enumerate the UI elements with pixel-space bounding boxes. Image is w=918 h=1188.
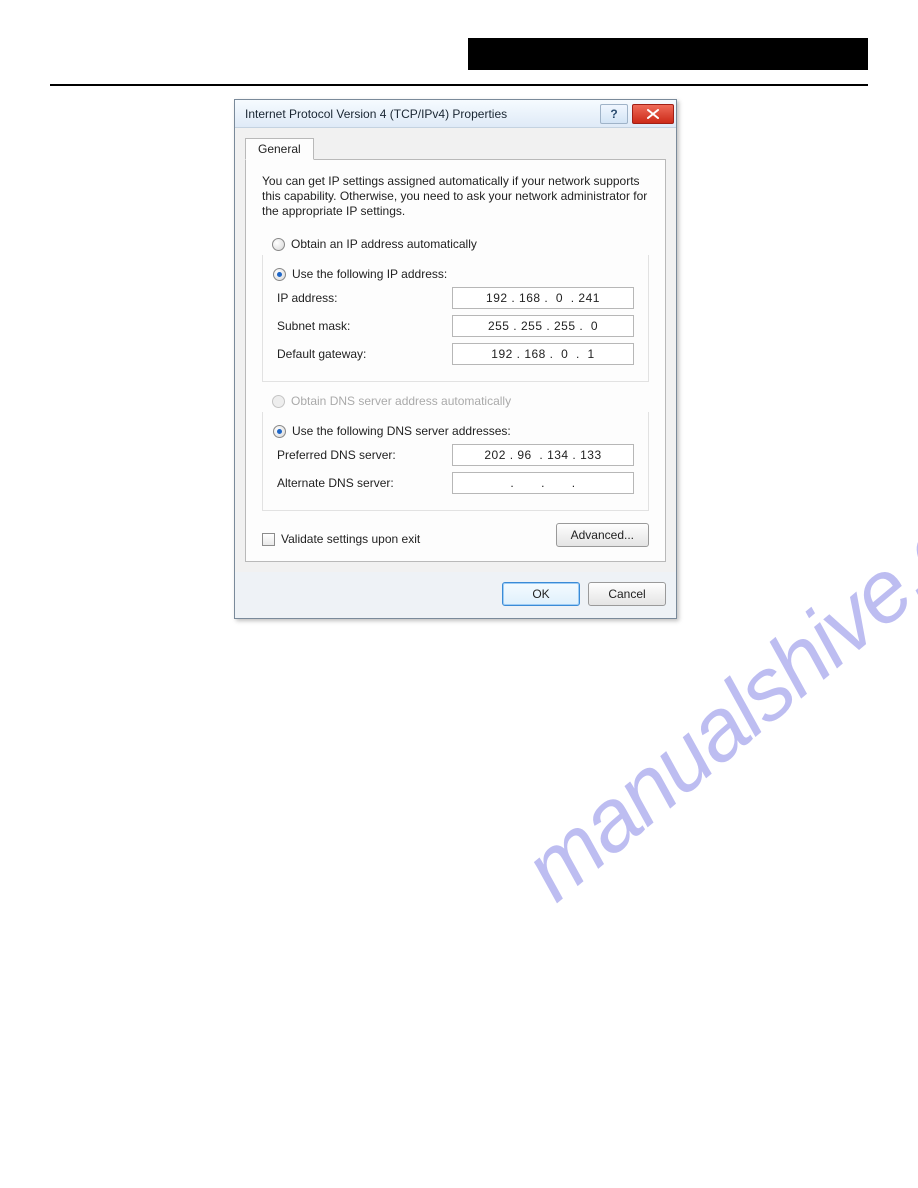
titlebar: Internet Protocol Version 4 (TCP/IPv4) P… [235,100,676,128]
preferred-dns-input[interactable]: 202 . 96 . 134 . 133 [452,444,634,466]
subnet-mask-label: Subnet mask: [277,319,452,333]
default-gateway-input[interactable]: 192 . 168 . 0 . 1 [452,343,634,365]
general-panel: You can get IP settings assigned automat… [245,159,666,562]
header-black-bar [468,38,868,70]
default-gateway-label: Default gateway: [277,347,452,361]
dialog-footer: OK Cancel [235,572,676,618]
tab-general[interactable]: General [245,138,314,160]
radio-ip-manual[interactable]: Use the following IP address: [273,267,634,281]
radio-dns-manual[interactable]: Use the following DNS server addresses: [273,424,634,438]
dialog-title: Internet Protocol Version 4 (TCP/IPv4) P… [245,107,598,121]
intro-text: You can get IP settings assigned automat… [262,174,649,219]
radio-dns-auto: Obtain DNS server address automatically [272,394,649,408]
radio-icon [272,395,285,408]
alternate-dns-label: Alternate DNS server: [277,476,452,490]
radio-icon [273,425,286,438]
radio-icon [272,238,285,251]
radio-ip-auto[interactable]: Obtain an IP address automatically [272,237,649,251]
alternate-dns-input[interactable]: . . . [452,472,634,494]
preferred-dns-label: Preferred DNS server: [277,448,452,462]
close-button[interactable] [632,104,674,124]
checkbox-icon [262,533,275,546]
ok-button[interactable]: OK [502,582,580,606]
radio-dns-manual-label: Use the following DNS server addresses: [292,424,511,438]
radio-ip-manual-label: Use the following IP address: [292,267,447,281]
tcpip-properties-dialog: Internet Protocol Version 4 (TCP/IPv4) P… [234,99,677,619]
header-rule [50,84,868,86]
help-button[interactable]: ? [600,104,628,124]
close-icon [646,109,660,119]
ip-address-label: IP address: [277,291,452,305]
ip-fields-group: Use the following IP address: IP address… [262,255,649,382]
radio-ip-auto-label: Obtain an IP address automatically [291,237,477,251]
cancel-button[interactable]: Cancel [588,582,666,606]
ip-address-input[interactable]: 192 . 168 . 0 . 241 [452,287,634,309]
dns-fields-group: Use the following DNS server addresses: … [262,412,649,511]
validate-checkbox-row[interactable]: Validate settings upon exit [262,532,420,546]
radio-dns-auto-label: Obtain DNS server address automatically [291,394,511,408]
validate-checkbox-label: Validate settings upon exit [281,532,420,546]
radio-icon [273,268,286,281]
advanced-button[interactable]: Advanced... [556,523,649,547]
subnet-mask-input[interactable]: 255 . 255 . 255 . 0 [452,315,634,337]
